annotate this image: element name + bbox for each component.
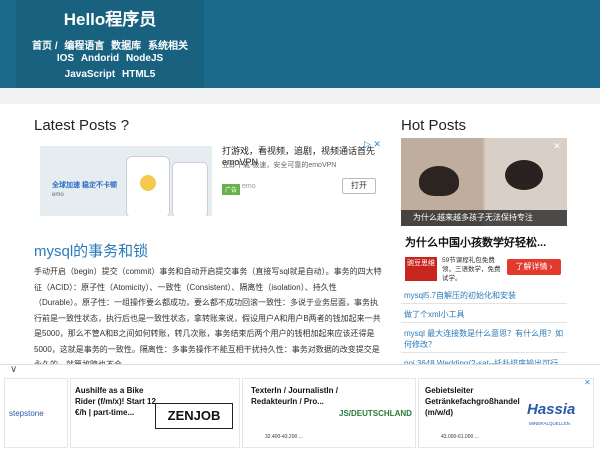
latest-posts-title: Latest Posts ? bbox=[34, 117, 130, 134]
vpn-ad-image-brand: emo bbox=[52, 192, 64, 198]
nav-home[interactable]: 首页 / bbox=[32, 41, 58, 52]
phone-graphic-2 bbox=[172, 162, 208, 216]
vpn-ad[interactable]: 全球加速 稳定不卡顿 emo 打游戏，看视频，追剧，视频通话首先emoVPN 立… bbox=[34, 138, 384, 220]
learn-more-button[interactable]: 了解详情 › bbox=[507, 259, 561, 275]
education-ad-desc: 59节课程礼包免费领，三语数学，免费试学。 bbox=[442, 257, 501, 282]
chevron-down-icon[interactable]: ∨ bbox=[10, 364, 17, 375]
hot-post-item[interactable]: mysql5.7自解压的初始化和安装 bbox=[401, 288, 567, 304]
hot-posts-list: mysql5.7自解压的初始化和安装 做了个xml小工具 mysql 最大连接数… bbox=[401, 288, 567, 375]
nav-row-2: IOS Andorid NodeJS bbox=[16, 53, 204, 64]
nav-javascript[interactable]: JavaScript bbox=[65, 69, 116, 80]
education-ad-image[interactable]: 为什么越来越多孩子无法保持专注 ✕ bbox=[401, 138, 567, 226]
nav-programming[interactable]: 编程语言 bbox=[64, 41, 104, 52]
texter-ad-title: TexterIn / JournalistIn / RedakteurIn / … bbox=[251, 386, 338, 406]
phone-graphic bbox=[126, 156, 170, 216]
vpn-ad-image-text: 全球加速 稳定不卡顿 bbox=[52, 182, 117, 189]
nav-android[interactable]: Andorid bbox=[81, 53, 119, 64]
header-divider bbox=[0, 88, 600, 104]
hassia-ad-salary: 43.000-61.000 ... bbox=[441, 434, 479, 440]
vpn-button-graphic bbox=[140, 175, 156, 191]
hot-posts-title: Hot Posts bbox=[401, 117, 467, 134]
stepstone-logo: stepstone bbox=[9, 409, 44, 418]
vpn-ad-image[interactable]: 全球加速 稳定不卡顿 emo bbox=[40, 146, 212, 216]
site-title[interactable]: Hello程序员 bbox=[16, 5, 204, 30]
nav-nodejs[interactable]: NodeJS bbox=[126, 53, 163, 64]
texter-ad[interactable]: TexterIn / JournalistIn / RedakteurIn / … bbox=[242, 378, 416, 448]
hassia-ad-title: Gebietsleiter Getränkefachgroßhandel (m/… bbox=[425, 386, 520, 417]
zenjob-ad[interactable]: Aushilfe as a Bike Rider (f/m/x)! Start … bbox=[70, 378, 240, 448]
zenjob-ad-text: Aushilfe as a Bike Rider (f/m/x)! Start … bbox=[75, 386, 156, 417]
ad-badge: 广告 bbox=[222, 184, 241, 195]
zenjob-logo: ZENJOB bbox=[155, 403, 233, 429]
hassia-ad[interactable]: Gebietsleiter Getränkefachgroßhandel (m/… bbox=[418, 378, 594, 448]
nav-row-3: JavaScript HTML5 bbox=[16, 69, 204, 80]
education-ad-logo: 豌豆思维 bbox=[405, 257, 437, 281]
child-hair-graphic-2 bbox=[505, 160, 543, 190]
nav-ios[interactable]: IOS bbox=[57, 53, 74, 64]
nav-html5[interactable]: HTML5 bbox=[122, 69, 155, 80]
nav-system[interactable]: 系统相关 bbox=[148, 41, 188, 52]
vpn-ad-brand: emo bbox=[242, 183, 256, 190]
hot-post-item[interactable]: 做了个xml小工具 bbox=[401, 307, 567, 323]
adchoices-icon[interactable]: ▷ ✕ bbox=[364, 139, 381, 150]
open-button[interactable]: 打开 bbox=[342, 178, 376, 194]
site-header: Hello程序员 首页 / 编程语言 数据库 系统相关 IOS Andorid … bbox=[0, 0, 600, 88]
post-excerpt: 手动开启（begin）提交（commit）事务和自动开启提交事务（直接写sql就… bbox=[34, 267, 382, 369]
post-title[interactable]: mysql的事务和锁 bbox=[34, 240, 148, 261]
texter-ad-salary: 32.400-43.200 ... bbox=[265, 434, 303, 440]
hot-post-item[interactable]: mysql 最大连接数是什么意思？有什么用？如何修改？ bbox=[401, 326, 567, 353]
nav-database[interactable]: 数据库 bbox=[111, 41, 141, 52]
texter-ad-logo: JS/DEUTSCHLAND bbox=[339, 409, 412, 418]
ad-close-icon[interactable]: ✕ bbox=[551, 140, 563, 152]
stepstone-ad[interactable]: stepstone bbox=[4, 378, 68, 448]
vpn-ad-subtext: 立即下载-极速，安全可靠的emoVPN bbox=[222, 162, 337, 169]
ad-caption: 为什么越来越多孩子无法保持专注 bbox=[401, 210, 567, 226]
education-ad-headline[interactable]: 为什么中国小孩数学好轻松... bbox=[405, 234, 546, 250]
close-icon[interactable]: ✕ bbox=[584, 378, 591, 387]
nav-row-1: 首页 / 编程语言 数据库 系统相关 bbox=[16, 37, 204, 52]
child-hair-graphic bbox=[419, 166, 459, 196]
hassia-logo-sub: MINERALQUELLEN bbox=[529, 421, 571, 426]
site-branding: Hello程序员 首页 / 编程语言 数据库 系统相关 IOS Andorid … bbox=[16, 0, 204, 88]
hassia-logo: Hassia bbox=[527, 401, 576, 418]
